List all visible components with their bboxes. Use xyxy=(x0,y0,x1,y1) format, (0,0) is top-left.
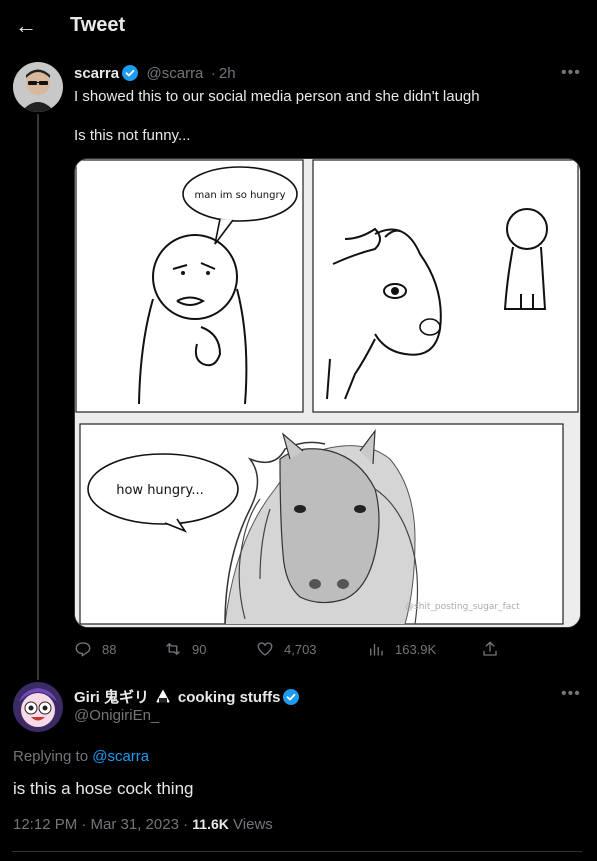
author-handle[interactable]: @scarra xyxy=(147,65,204,82)
reply-text: is this a hose cock thing xyxy=(13,779,194,798)
reply-more-options-icon[interactable]: ••• xyxy=(561,685,581,703)
reply-author-name-suffix[interactable]: cooking stuffs xyxy=(178,689,281,706)
page-title: Tweet xyxy=(70,14,126,36)
comic-watermark: @shit_posting_sugar_fact xyxy=(405,602,520,612)
tweet-media-image[interactable]: man im so hungry how hungry... @shit_pos… xyxy=(74,158,581,628)
replying-to-mention[interactable]: @scarra xyxy=(92,748,149,765)
thread-connector xyxy=(37,114,39,680)
tweet-time[interactable]: 2h xyxy=(219,65,236,82)
reply-views-label: Views xyxy=(233,816,273,833)
bubble-text-how-hungry: how hungry... xyxy=(116,483,204,498)
reply-meta: 12:12 PM · Mar 31, 2023 · 11.6K Views xyxy=(13,816,273,833)
verified-badge-icon xyxy=(283,689,300,705)
reply-author-handle[interactable]: @OnigiriEn_ xyxy=(74,707,159,724)
heart-icon xyxy=(257,642,273,656)
reply-author-row: Giri 鬼ギリ cooking stuffs xyxy=(74,686,300,707)
replying-to-line: Replying to @scarra xyxy=(13,748,149,765)
top-bar: ← Tweet xyxy=(0,0,597,52)
author-name[interactable]: scarra xyxy=(74,65,119,82)
dot-separator: · xyxy=(210,65,216,82)
reply-author-name[interactable]: Giri 鬼ギリ xyxy=(74,689,149,706)
reply-action[interactable]: 88 xyxy=(74,640,116,658)
reply-count: 88 xyxy=(102,641,117,657)
retweet-action[interactable]: 90 xyxy=(164,640,206,658)
bubble-text-hungry: man im so hungry xyxy=(195,190,286,201)
replying-to-prefix: Replying to xyxy=(13,748,89,765)
verified-badge-icon xyxy=(122,65,139,81)
reply-icon xyxy=(75,642,91,657)
onigiri-icon xyxy=(155,688,171,704)
comic-illustration: man im so hungry how hungry... @shit_pos… xyxy=(75,159,580,627)
tweet-author-row: scarra @scarra · 2h xyxy=(74,65,236,83)
like-action[interactable]: 4,703 xyxy=(256,640,317,658)
avatar[interactable] xyxy=(13,62,63,112)
back-arrow-icon[interactable]: ← xyxy=(12,12,40,40)
more-options-icon[interactable]: ••• xyxy=(561,64,581,82)
analytics-icon xyxy=(370,643,383,656)
reply-timestamp[interactable]: 12:12 PM · Mar 31, 2023 · xyxy=(13,816,188,833)
views-count: 163.9K xyxy=(395,641,437,657)
share-action[interactable] xyxy=(481,640,499,658)
tweet-text-line1: I showed this to our social media person… xyxy=(74,88,480,105)
retweet-count: 90 xyxy=(192,641,207,657)
retweet-icon xyxy=(166,643,180,655)
tweet-text-line2: Is this not funny... xyxy=(74,127,191,144)
like-count: 4,703 xyxy=(284,641,317,657)
divider xyxy=(12,851,582,852)
views-action[interactable]: 163.9K xyxy=(367,640,436,658)
share-icon xyxy=(483,641,497,656)
avatar[interactable] xyxy=(13,682,63,732)
reply-views-count: 11.6K xyxy=(192,816,229,832)
